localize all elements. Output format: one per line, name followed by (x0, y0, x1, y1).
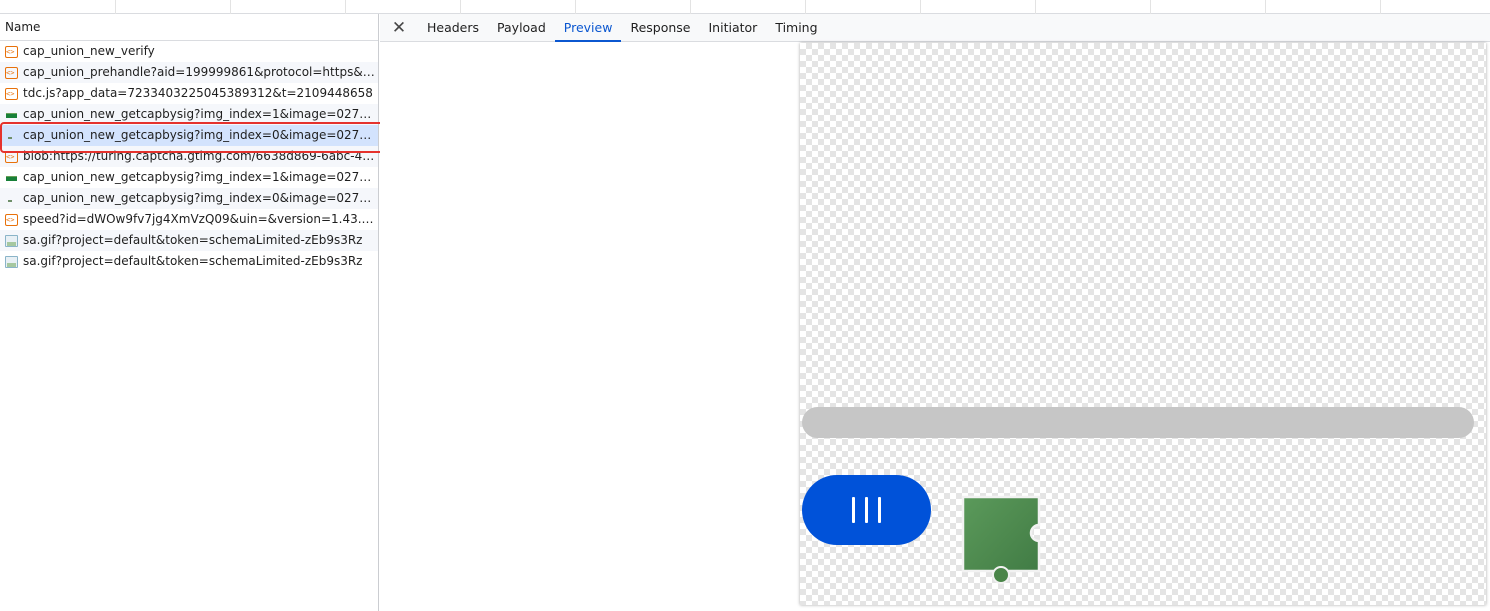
request-row[interactable]: blob:https://turing.captcha.gtimg.com/66… (0, 146, 378, 167)
request-name: cap_union_new_getcapbysig?img_index=1&im… (23, 107, 375, 121)
request-name: cap_union_new_getcapbysig?img_index=0&im… (23, 191, 375, 205)
tab-preview[interactable]: Preview (554, 14, 622, 42)
request-name: blob:https://turing.captcha.gtimg.com/66… (23, 149, 375, 163)
request-name: cap_union_new_getcapbysig?img_index=1&im… (23, 170, 375, 184)
request-name: speed?id=dWOw9fv7jg4XmVzQ09&uin=&version… (23, 212, 375, 226)
timeline-tick (1150, 0, 1151, 14)
script-icon (5, 42, 18, 62)
gif-icon (5, 234, 18, 247)
script-icon (5, 210, 18, 230)
request-list: cap_union_new_verify cap_union_prehandle… (0, 41, 378, 272)
image-icon (5, 172, 18, 184)
tab-headers[interactable]: Headers (418, 14, 488, 41)
timeline-tick (230, 0, 231, 14)
request-name: cap_union_new_getcapbysig?img_index=0&im… (23, 128, 375, 142)
timeline-tick (690, 0, 691, 14)
request-row[interactable]: tdc.js?app_data=7233403225045389312&t=21… (0, 83, 378, 104)
image-small-icon (5, 130, 18, 142)
timeline-tick (1265, 0, 1266, 14)
timeline-tick (805, 0, 806, 14)
captcha-slider-handle (802, 475, 931, 545)
request-row[interactable]: cap_union_new_getcapbysig?img_index=1&im… (0, 167, 378, 188)
request-name: cap_union_new_verify (23, 44, 155, 58)
timeline-tick (460, 0, 461, 14)
request-row[interactable]: sa.gif?project=default&token=schemaLimit… (0, 230, 378, 251)
script-icon (5, 84, 18, 104)
request-name: tdc.js?app_data=7233403225045389312&t=21… (23, 86, 373, 100)
details-tab-bar: ✕ Headers Payload Preview Response Initi… (380, 14, 1490, 42)
tab-timing[interactable]: Timing (766, 14, 826, 41)
script-icon (5, 147, 18, 167)
name-column-header[interactable]: Name (0, 14, 378, 41)
timeline-overview (0, 0, 1490, 14)
timeline-tick (115, 0, 116, 14)
close-icon[interactable]: ✕ (380, 14, 418, 41)
gif-icon (5, 255, 18, 268)
preview-image (800, 43, 1486, 605)
tab-initiator[interactable]: Initiator (700, 14, 767, 41)
image-icon (5, 109, 18, 121)
grip-line (865, 497, 868, 523)
request-list-panel: Name cap_union_new_verify cap_union_preh… (0, 14, 379, 611)
timeline-tick (345, 0, 346, 14)
preview-pane (380, 43, 1490, 611)
request-row[interactable]: speed?id=dWOw9fv7jg4XmVzQ09&uin=&version… (0, 209, 378, 230)
image-small-icon (5, 193, 18, 205)
timeline-tick (1035, 0, 1036, 14)
grip-line (852, 497, 855, 523)
script-icon (5, 63, 18, 83)
request-name: cap_union_prehandle?aid=199999861&protoc… (23, 65, 375, 79)
request-name: sa.gif?project=default&token=schemaLimit… (23, 233, 363, 247)
captcha-slider-track (802, 407, 1474, 438)
request-row[interactable]: cap_union_new_verify (0, 41, 378, 62)
puzzle-piece-icon (961, 495, 1041, 584)
request-row-selected[interactable]: cap_union_new_getcapbysig?img_index=0&im… (0, 125, 378, 146)
tab-payload[interactable]: Payload (488, 14, 555, 41)
timeline-tick (920, 0, 921, 14)
request-name: sa.gif?project=default&token=schemaLimit… (23, 254, 363, 268)
request-row[interactable]: sa.gif?project=default&token=schemaLimit… (0, 251, 378, 272)
request-row[interactable]: cap_union_prehandle?aid=199999861&protoc… (0, 62, 378, 83)
timeline-tick (1380, 0, 1381, 14)
grip-line (878, 497, 881, 523)
request-row[interactable]: cap_union_new_getcapbysig?img_index=1&im… (0, 104, 378, 125)
timeline-tick (575, 0, 576, 14)
request-row[interactable]: cap_union_new_getcapbysig?img_index=0&im… (0, 188, 378, 209)
tab-response[interactable]: Response (621, 14, 699, 41)
